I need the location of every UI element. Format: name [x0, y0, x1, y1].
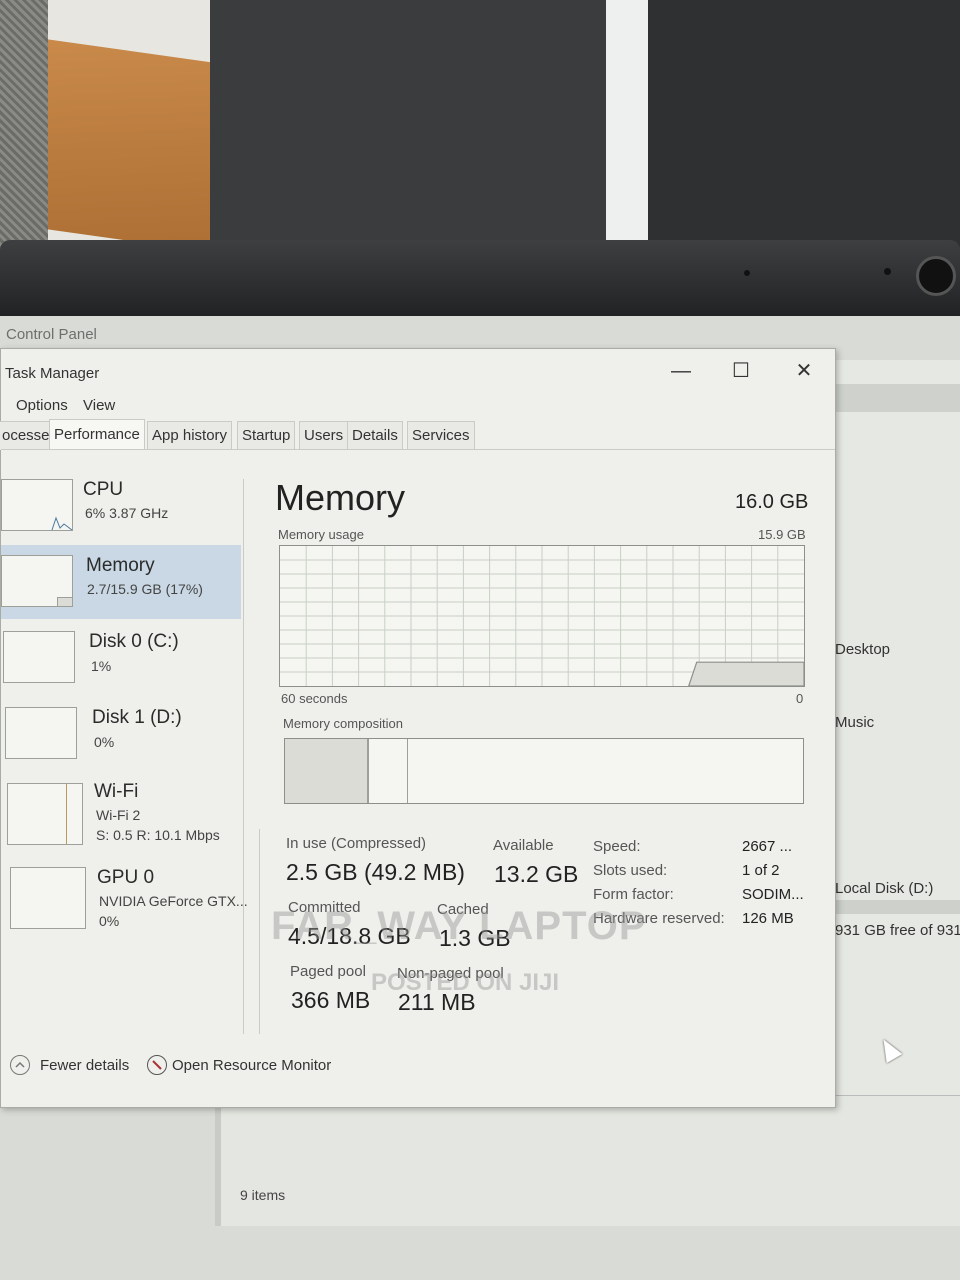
explorer-pane-edge — [215, 1096, 221, 1226]
background-dark-panel — [210, 0, 610, 250]
background-light-strip — [606, 0, 648, 250]
memory-composition-bar — [284, 738, 804, 804]
resource-monitor-icon[interactable] — [147, 1055, 167, 1075]
paged-pool-label: Paged pool — [290, 963, 366, 980]
sidebar-item-disk1[interactable]: Disk 1 (D:) 0% — [1, 697, 241, 771]
tab-details[interactable]: Details — [347, 421, 403, 450]
explorer-lower-pane — [215, 1095, 960, 1226]
tab-services[interactable]: Services — [407, 421, 475, 450]
explorer-header-bar — [835, 384, 960, 412]
available-label: Available — [493, 837, 554, 854]
sensor-dot — [744, 270, 750, 276]
memory-composition-label: Memory composition — [283, 716, 403, 731]
cpu-sparkline — [51, 516, 73, 531]
sidebar-disk0-name: Disk 0 (C:) — [89, 631, 179, 652]
control-panel-title: Control Panel — [6, 326, 97, 343]
sidebar-gpu-name: GPU 0 — [97, 867, 155, 888]
in-use-value: 2.5 GB (49.2 MB) — [286, 859, 465, 885]
tab-divider — [1, 449, 835, 450]
window-title: Task Manager — [5, 365, 100, 382]
details-divider — [259, 829, 260, 1034]
task-manager-window: Task Manager — ☐ ✕ Options View ocesses … — [0, 348, 836, 1108]
tab-users[interactable]: Users — [299, 421, 349, 450]
sidebar-item-gpu[interactable]: GPU 0 NVIDIA GeForce GTX... 0% — [1, 859, 248, 933]
explorer-item-count: 9 items — [240, 1187, 286, 1203]
menu-view[interactable]: View — [83, 397, 115, 414]
graph-time-left: 60 seconds — [281, 691, 348, 706]
memory-usage-max: 15.9 GB — [758, 527, 806, 542]
cpu-thumbnail-graph — [1, 479, 73, 531]
close-button[interactable]: ✕ — [784, 357, 824, 385]
disk-usage-bar — [835, 900, 960, 914]
form-factor-key: Form factor: — [593, 886, 674, 903]
explorer-item-desktop[interactable]: Desktop — [835, 641, 890, 658]
sidebar-cpu-sub: 6% 3.87 GHz — [85, 505, 169, 521]
resource-monitor-glyph — [152, 1060, 162, 1070]
tab-performance[interactable]: Performance — [49, 419, 145, 450]
explorer-disk-free: 931 GB free of 931 — [835, 922, 960, 939]
graph-time-right: 0 — [796, 691, 804, 706]
explorer-item-music[interactable]: Music — [835, 714, 874, 731]
composition-modified — [369, 739, 408, 803]
sidebar-item-memory[interactable]: Memory 2.7/15.9 GB (17%) — [1, 545, 241, 619]
fabric-cushion — [0, 0, 48, 250]
memory-thumbnail-fill — [57, 597, 72, 606]
sidebar-disk1-sub: 0% — [94, 734, 115, 750]
memory-usage-label: Memory usage — [278, 527, 364, 542]
sidebar-wifi-sub2: S: 0.5 R: 10.1 Mbps — [96, 827, 220, 843]
sidebar-memory-name: Memory — [86, 555, 155, 576]
sidebar-disk1-name: Disk 1 (D:) — [92, 707, 182, 728]
disk1-thumbnail-graph — [5, 707, 77, 759]
form-factor-value: SODIM... — [742, 886, 804, 903]
minimize-button[interactable]: — — [661, 357, 701, 385]
sidebar-gpu-sub1: NVIDIA GeForce GTX... — [99, 893, 248, 909]
memory-thumbnail-graph — [1, 555, 73, 607]
laptop-bezel — [0, 240, 960, 320]
file-explorer-window: Desktop Music Local Disk (D:) 931 GB fre… — [835, 360, 960, 1220]
sidebar-cpu-name: CPU — [83, 479, 124, 500]
sidebar-wifi-name: Wi-Fi — [94, 781, 139, 802]
menu-options[interactable]: Options — [16, 397, 68, 414]
sensor-dot — [884, 268, 891, 275]
sidebar-disk0-sub: 1% — [91, 658, 112, 674]
speed-value: 2667 ... — [742, 838, 793, 855]
sidebar-memory-sub: 2.7/15.9 GB (17%) — [87, 581, 203, 597]
fewer-details-link[interactable]: Fewer details — [40, 1057, 129, 1074]
speed-key: Speed: — [593, 838, 641, 855]
memory-usage-graph — [279, 545, 805, 687]
available-value: 13.2 GB — [494, 861, 579, 887]
memory-usage-chart — [280, 546, 804, 686]
gpu-thumbnail-graph — [10, 867, 86, 929]
wifi-thumbnail-graph — [7, 783, 83, 845]
memory-total: 16.0 GB — [735, 491, 809, 513]
sidebar-wifi-sub1: Wi-Fi 2 — [96, 807, 141, 823]
tab-app-history[interactable]: App history — [147, 421, 233, 450]
memory-usage-area — [688, 661, 804, 686]
page-title: Memory — [275, 477, 406, 518]
chevron-up-icon[interactable] — [10, 1055, 30, 1075]
disk0-thumbnail-graph — [3, 631, 75, 683]
slots-key: Slots used: — [593, 862, 668, 879]
hardware-reserved-value: 126 MB — [742, 910, 794, 927]
chevron-up-glyph — [15, 1061, 25, 1068]
watermark-line2: POSTED ON JIJI — [371, 969, 560, 996]
background-dark-panel-right — [648, 0, 960, 250]
paged-pool-value: 366 MB — [291, 987, 371, 1013]
in-use-label: In use (Compressed) — [286, 835, 427, 852]
wifi-graph-line — [66, 784, 67, 844]
sidebar-item-cpu[interactable]: CPU 6% 3.87 GHz — [1, 471, 241, 545]
sidebar-item-wifi[interactable]: Wi-Fi Wi-Fi 2 S: 0.5 R: 10.1 Mbps — [1, 773, 241, 847]
webcam-icon — [916, 256, 956, 296]
sidebar-gpu-sub2: 0% — [99, 913, 120, 929]
slots-value: 1 of 2 — [742, 862, 780, 879]
sidebar-item-disk0[interactable]: Disk 0 (C:) 1% — [1, 621, 241, 695]
sidebar-divider — [243, 479, 244, 1034]
composition-in-use — [285, 739, 369, 803]
watermark-line1: FAR_WAY LAPTOP — [271, 904, 647, 948]
maximize-button[interactable]: ☐ — [721, 357, 761, 385]
explorer-item-local-disk[interactable]: Local Disk (D:) — [835, 880, 933, 897]
tab-startup[interactable]: Startup — [237, 421, 296, 450]
open-resource-monitor-link[interactable]: Open Resource Monitor — [172, 1057, 331, 1074]
